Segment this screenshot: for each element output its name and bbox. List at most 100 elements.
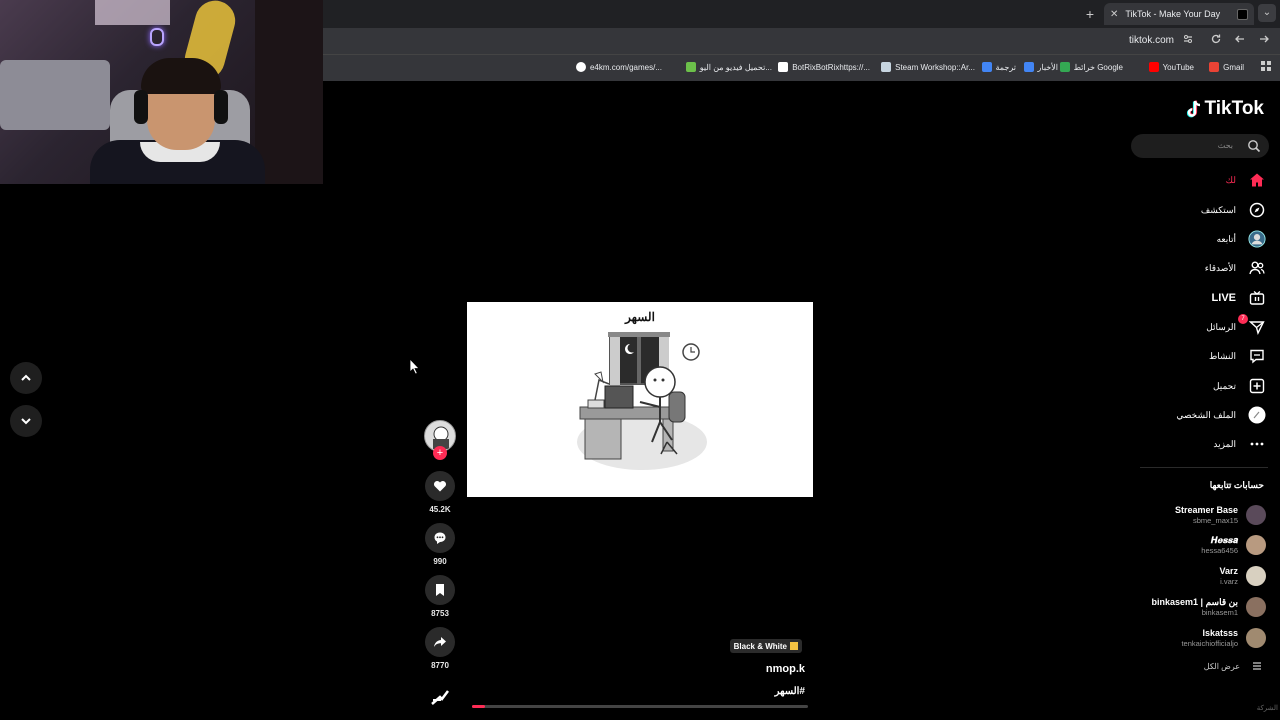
account-avatar [1246,505,1266,525]
menu-label: تحميل [1212,380,1236,391]
following-account[interactable]: binkasem1 | بن قاسم binkasem1 [1152,595,1266,619]
globe-icon [575,62,586,72]
live-icon [1249,291,1265,305]
see-all-label: عرض الكل [1203,661,1240,671]
following-account[interactable]: Varz i.varz [1219,564,1266,588]
url-field[interactable]: tiktok.com [1129,35,1174,46]
bookmark-gmail[interactable]: Gmail [1209,62,1244,72]
see-all-button[interactable]: عرض الكل [1204,661,1262,671]
bookmark-translate[interactable]: ترجمة [981,62,1017,72]
tiktok-logo[interactable]: TikTok [1186,98,1264,120]
bookmark-video-download[interactable]: تحميل فيديو من اليو... [685,62,772,72]
search-icon[interactable] [1247,139,1261,153]
music-disc-icon [431,690,449,705]
screen: + ✕ TikTok - Make Your Day ⌄ tiktok.com … [0,0,1280,720]
bookmark-botrix[interactable]: BotRixBotRixhttps://... [778,62,870,72]
menu-label: استكشف [1200,204,1236,215]
upload-icon [1249,378,1265,394]
browser-addressbar: tiktok.com [323,28,1280,54]
apps-grid-icon[interactable] [1258,59,1274,75]
menu-for-you[interactable]: لك [1226,170,1266,190]
video-progress-bar[interactable] [472,705,808,708]
follow-plus-icon[interactable]: + [433,446,447,460]
following-account[interactable]: Streamer Base sbme_max15 [1175,503,1266,527]
video-illustration [577,332,707,470]
search-placeholder: بحث [1217,141,1233,150]
tab-close-icon[interactable]: ✕ [1110,9,1118,20]
menu-explore[interactable]: استكشف [1201,200,1266,220]
bookmark-label: e4km.com/games/... [589,62,662,72]
music-disc-button[interactable] [424,688,456,713]
menu-upload[interactable]: تحميل [1213,376,1266,396]
messages-icon [1249,321,1265,335]
youtube-icon [1148,62,1159,72]
save-button[interactable]: 8753 [424,575,456,618]
back-arrow-icon[interactable] [1232,33,1248,49]
menu-label: لك [1225,174,1236,185]
menu-label: النشاط [1208,350,1236,361]
bookmark-label: ترجمة [995,62,1017,72]
steam-icon [881,62,892,72]
menu-messages[interactable]: 7 الرسائل [1206,314,1266,337]
bookmark-label: YouTube [1162,62,1194,72]
music-badge[interactable]: Black & White [729,639,802,653]
reload-icon[interactable] [1208,33,1224,49]
bookmark-e4km[interactable]: e4km.com/games/... [575,62,662,72]
account-handle: binkasem1 [1201,608,1238,617]
menu-label: الأصدقاء [1204,262,1236,273]
next-video-button[interactable] [10,405,42,437]
heart-icon [433,480,447,492]
video-hashtag[interactable]: #السهر [775,686,805,697]
sidebar-divider [1140,467,1268,468]
menu-label: الرسائل [1206,321,1236,332]
bookmark-google-maps[interactable]: خرائط Google [1059,62,1123,72]
search-bar[interactable]: بحث [1131,134,1269,158]
like-button[interactable]: 45.2K [424,471,456,514]
menu-following[interactable]: أتابعه [1217,229,1266,249]
bookmark-steam[interactable]: Steam Workshop::Ar... [881,62,975,72]
bookmarks-bar: Gmail YouTube خرائط Google الأخبار ترجمة… [323,54,1280,81]
news-icon [1023,62,1034,72]
tab-tiktok[interactable]: ✕ TikTok - Make Your Day [1104,3,1254,25]
menu-live[interactable]: LIVE [1212,288,1266,308]
video-player[interactable]: السهر [467,302,813,497]
bookmark-icon [436,584,444,596]
following-account[interactable]: 𝑯𝒆𝒔𝒔𝒂 hessa6456 [1201,533,1266,557]
menu-activity[interactable]: النشاط [1209,346,1266,366]
share-button[interactable]: 8770 [424,627,456,670]
music-badge-icon [790,642,798,650]
bookmark-youtube[interactable]: YouTube [1148,62,1194,72]
comment-button[interactable]: 990 [424,523,456,566]
video-author[interactable]: nmop.k [766,663,805,675]
forward-arrow-icon[interactable] [1256,33,1272,49]
bookmark-label: تحميل فيديو من اليو... [699,62,772,72]
account-name: 𝑯𝒆𝒔𝒔𝒂 [1210,535,1238,545]
maps-icon [1059,62,1070,72]
gmail-icon [1209,62,1220,72]
logo-text: TikTok [1204,98,1264,119]
new-tab-button[interactable]: + [1086,6,1094,22]
account-avatar [1246,628,1266,648]
botrix-icon [778,62,789,72]
footer-company-link[interactable]: الشركة [1257,704,1278,712]
webcam-bed [0,60,110,130]
menu-more[interactable]: المزيد [1213,434,1266,454]
like-count: 45.2K [429,505,451,514]
webcam-person-hair [141,58,221,94]
music-badge-label: Black & White [733,641,787,651]
compass-icon [1249,202,1265,218]
creator-avatar-button[interactable]: + [424,420,456,460]
menu-friends[interactable]: الأصدقاء [1205,258,1266,278]
menu-profile[interactable]: الملف الشخصي [1176,405,1266,425]
tab-list-button[interactable]: ⌄ [1258,4,1276,22]
video-progress-fill [472,705,486,708]
comment-count: 990 [433,557,447,566]
account-handle: i.varz [1220,577,1238,586]
following-account[interactable]: Iskatsss tenkaichiofficialjo [1181,626,1266,650]
mouse-cursor-icon [410,359,420,375]
save-count: 8753 [431,609,449,618]
site-settings-icon[interactable] [1180,33,1196,49]
bookmark-news[interactable]: الأخبار [1023,62,1058,72]
previous-video-button[interactable] [10,362,42,394]
share-count: 8770 [431,661,449,670]
